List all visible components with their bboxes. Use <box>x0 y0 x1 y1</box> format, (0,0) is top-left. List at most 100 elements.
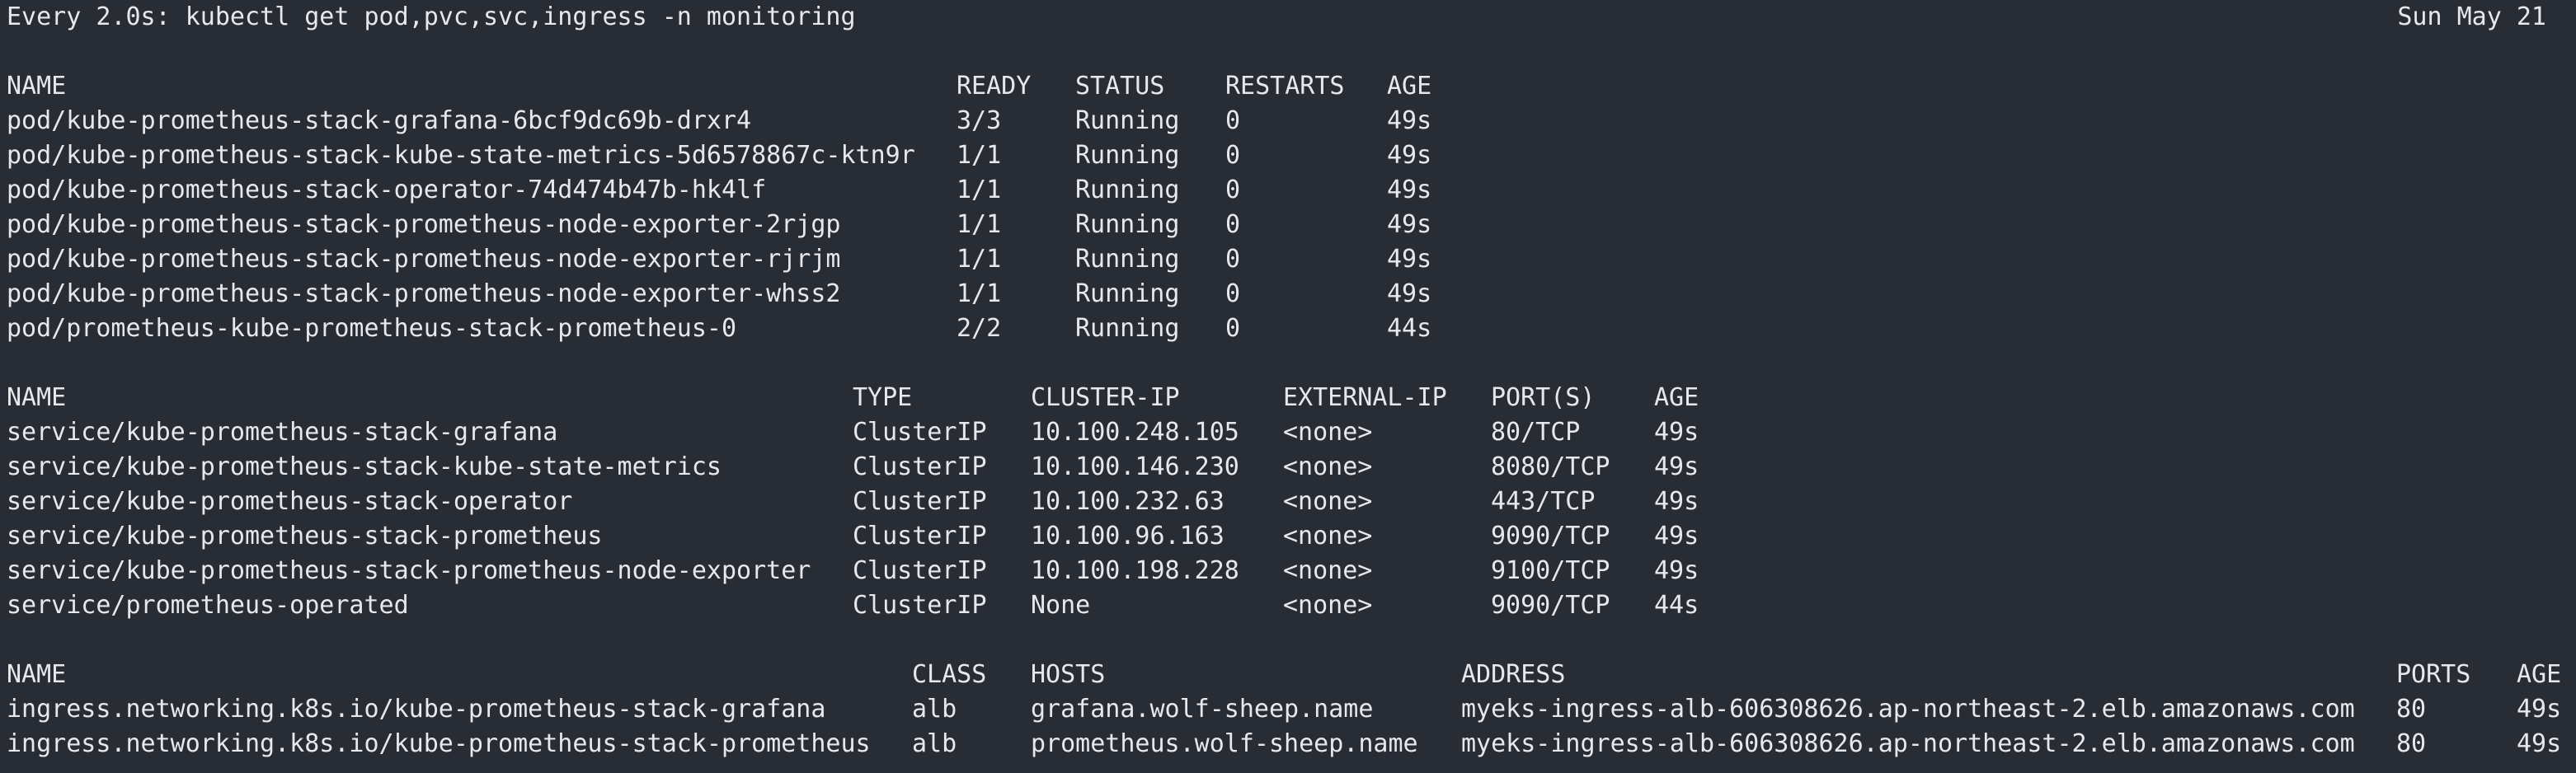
ingress-cell-0: NAME <box>7 660 67 689</box>
pod-cell-3: 0 <box>1225 106 1241 135</box>
service-cell-1: ClusterIP <box>853 591 987 620</box>
pod-cell-1: 3/3 <box>957 106 1002 135</box>
service-cell-4: 443/TCP <box>1491 487 1596 516</box>
service-cell-5: 49s <box>1654 418 1699 447</box>
ingress-cell-4: PORTS <box>2396 660 2471 689</box>
pod-row: pod/kube-prometheus-stack-operator-74d47… <box>7 173 2563 208</box>
pod-cell-1: 2/2 <box>957 314 1002 343</box>
pod-cell-4: 49s <box>1387 210 1432 239</box>
pod-row: pod/kube-prometheus-stack-prometheus-nod… <box>7 277 2563 312</box>
pod-cell-2: Running <box>1075 314 1180 343</box>
service-cell-5: 44s <box>1654 591 1699 620</box>
service-cell-4: 9090/TCP <box>1491 522 1610 550</box>
pod-cell-3: 0 <box>1225 314 1241 343</box>
service-cell-4: 9090/TCP <box>1491 591 1610 620</box>
ingress-cell-3: myeks-ingress-alb-606308626.ap-northeast… <box>1461 695 2355 724</box>
pod-cell-0: pod/kube-prometheus-stack-prometheus-nod… <box>7 279 841 308</box>
service-cell-2: 10.100.198.228 <box>1031 556 1239 585</box>
pod-cell-1: 1/1 <box>957 245 1002 274</box>
service-header-row: NAME TYPE CLUSTER-IP EXTERNAL-IP PORT(S) AGE <box>7 381 2563 415</box>
ingress-cell-4: 80 <box>2396 695 2427 724</box>
service-cell-1: ClusterIP <box>853 452 987 481</box>
pod-header-row: NAME READY STATUS RESTARTS AGE <box>7 69 2563 104</box>
pod-cell-0: pod/kube-prometheus-stack-grafana-6bcf9d… <box>7 106 752 135</box>
pod-cell-3: 0 <box>1225 141 1241 170</box>
ingress-cell-3: myeks-ingress-alb-606308626.ap-northeast… <box>1461 729 2355 758</box>
pod-cell-2: Running <box>1075 176 1180 204</box>
pod-cell-2: Running <box>1075 106 1180 135</box>
service-cell-5: 49s <box>1654 522 1699 550</box>
pod-row: pod/kube-prometheus-stack-grafana-6bcf9d… <box>7 104 2563 138</box>
service-cell-2: 10.100.96.163 <box>1031 522 1225 550</box>
pod-cell-1: 1/1 <box>957 176 1002 204</box>
service-cell-2: None <box>1031 591 1091 620</box>
watch-date: Sun May 21 <box>2397 2 2546 31</box>
service-cell-3: <none> <box>1283 591 1373 620</box>
service-cell-2: CLUSTER-IP <box>1031 383 1180 412</box>
service-cell-4: 8080/TCP <box>1491 452 1610 481</box>
watch-command: Every 2.0s: kubectl get pod,pvc,svc,ingr… <box>7 2 856 31</box>
service-cell-2: 10.100.232.63 <box>1031 487 1225 516</box>
service-row: service/kube-prometheus-stack-prometheus… <box>7 554 2563 588</box>
pod-cell-2: Running <box>1075 210 1180 239</box>
pod-cell-3: 0 <box>1225 245 1241 274</box>
pod-cell-1: 1/1 <box>957 210 1002 239</box>
pod-cell-0: pod/kube-prometheus-stack-prometheus-nod… <box>7 245 841 274</box>
pod-cell-4: 49s <box>1387 141 1432 170</box>
ingress-cell-2: grafana.wolf-sheep.name <box>1031 695 1374 724</box>
pod-row: pod/kube-prometheus-stack-prometheus-nod… <box>7 208 2563 242</box>
pod-cell-0: pod/kube-prometheus-stack-prometheus-nod… <box>7 210 841 239</box>
pod-cell-3: 0 <box>1225 279 1241 308</box>
service-cell-5: 49s <box>1654 556 1699 585</box>
pod-row: pod/kube-prometheus-stack-kube-state-met… <box>7 138 2563 173</box>
pod-cell-3: 0 <box>1225 210 1241 239</box>
service-cell-2: 10.100.248.105 <box>1031 418 1239 447</box>
service-cell-4: 80/TCP <box>1491 418 1581 447</box>
pod-cell-3: RESTARTS <box>1225 72 1345 101</box>
service-cell-3: EXTERNAL-IP <box>1283 383 1447 412</box>
pod-row: pod/kube-prometheus-stack-prometheus-nod… <box>7 242 2563 277</box>
service-cell-4: PORT(S) <box>1491 383 1596 412</box>
service-cell-3: <none> <box>1283 487 1373 516</box>
pod-cell-4: AGE <box>1387 72 1432 101</box>
service-cell-1: ClusterIP <box>853 418 987 447</box>
service-cell-3: <none> <box>1283 556 1373 585</box>
service-row: service/kube-prometheus-stack-kube-state… <box>7 450 2563 485</box>
pod-cell-2: Running <box>1075 279 1180 308</box>
service-cell-1: ClusterIP <box>853 487 987 516</box>
service-row: service/kube-prometheus-stack-operator Cl… <box>7 485 2563 519</box>
service-cell-3: <none> <box>1283 452 1373 481</box>
service-cell-5: 49s <box>1654 487 1699 516</box>
pod-cell-4: 44s <box>1387 314 1432 343</box>
pod-cell-4: 49s <box>1387 176 1432 204</box>
ingress-cell-2: HOSTS <box>1031 660 1106 689</box>
pod-cell-2: Running <box>1075 141 1180 170</box>
pod-cell-1: 1/1 <box>957 279 1002 308</box>
ingress-cell-5: 49s <box>2517 729 2562 758</box>
ingress-cell-1: CLASS <box>912 660 987 689</box>
ingress-row: ingress.networking.k8s.io/kube-prometheu… <box>7 727 2563 761</box>
ingress-cell-1: alb <box>912 729 957 758</box>
service-row: service/kube-prometheus-stack-prometheus… <box>7 519 2563 554</box>
ingress-row: ingress.networking.k8s.io/kube-prometheu… <box>7 692 2563 727</box>
service-cell-0: service/kube-prometheus-stack-operator <box>7 487 573 516</box>
ingress-cell-2: prometheus.wolf-sheep.name <box>1031 729 1418 758</box>
ingress-cell-4: 80 <box>2396 729 2427 758</box>
ingress-cell-3: ADDRESS <box>1461 660 1566 689</box>
ingress-cell-5: AGE <box>2517 660 2562 689</box>
pod-cell-3: 0 <box>1225 176 1241 204</box>
pod-cell-0: NAME <box>7 72 67 101</box>
service-cell-1: TYPE <box>853 383 913 412</box>
ingress-cell-1: alb <box>912 695 957 724</box>
pod-cell-2: STATUS <box>1075 72 1165 101</box>
terminal-window: Every 2.0s: kubectl get pod,pvc,svc,ingr… <box>0 0 2576 773</box>
pod-cell-4: 49s <box>1387 245 1432 274</box>
service-cell-4: 9100/TCP <box>1491 556 1610 585</box>
service-cell-0: NAME <box>7 383 67 412</box>
service-row: service/prometheus-operated ClusterIP None… <box>7 588 2563 623</box>
pod-cell-4: 49s <box>1387 106 1432 135</box>
ingress-cell-0: ingress.networking.k8s.io/kube-prometheu… <box>7 729 871 758</box>
service-cell-0: service/prometheus-operated <box>7 591 409 620</box>
pod-cell-2: Running <box>1075 245 1180 274</box>
ingress-cell-5: 49s <box>2517 695 2562 724</box>
